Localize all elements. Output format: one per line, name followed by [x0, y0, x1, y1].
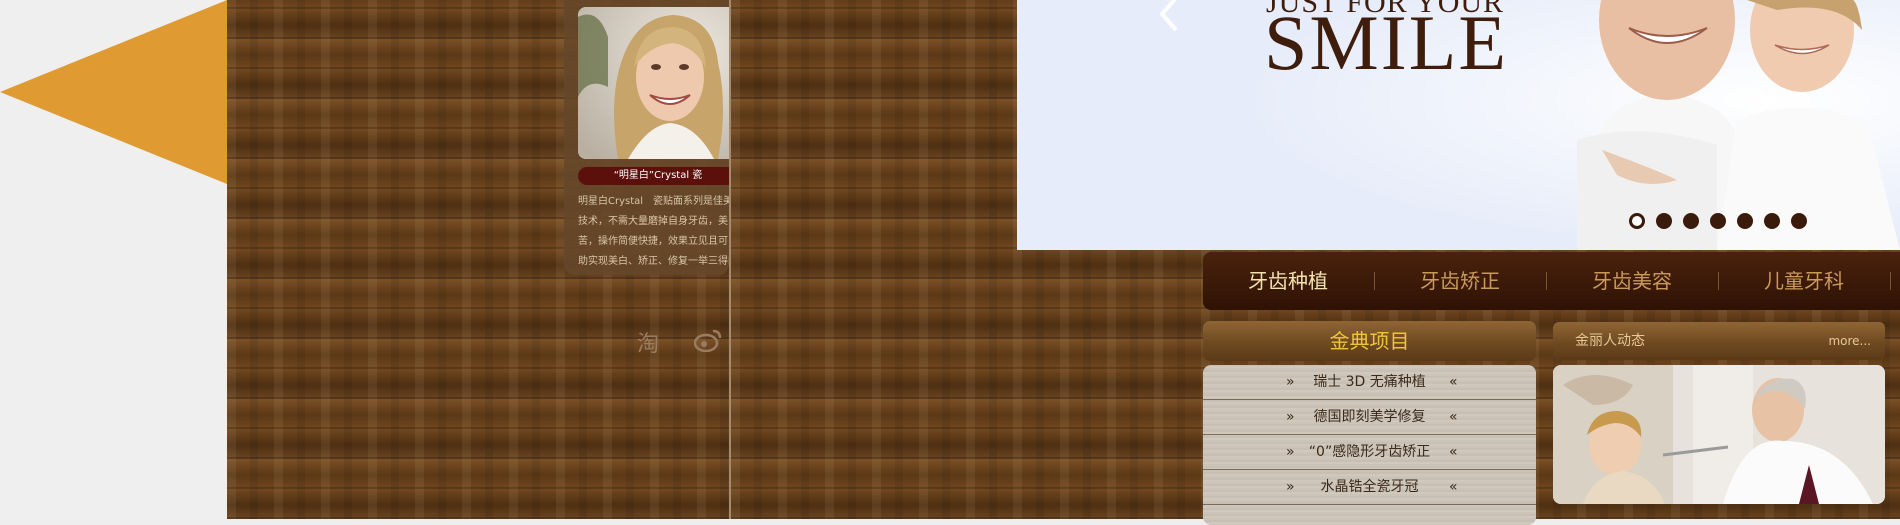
nav-separator: [1718, 272, 1719, 290]
banner-dot[interactable]: [1656, 213, 1672, 229]
product-card-description: 明星白Crystal 瓷贴面系列是佳美 技术，不需大量磨掉自身牙齿，美 苦，操作…: [578, 192, 729, 272]
list-item-label[interactable]: 德国即刻美学修复: [1203, 400, 1536, 434]
news-more-link[interactable]: more...: [1828, 322, 1871, 360]
product-card[interactable]: “明星白”Crystal 瓷 明星白Crystal 瓷贴面系列是佳美 技术，不需…: [564, 0, 729, 275]
news-title: 金丽人动态: [1575, 333, 1645, 349]
card-text-line: 苦，操作简便快捷，效果立见且可: [578, 236, 728, 247]
list-item[interactable]: » 瑞士 3D 无痛种植 «: [1203, 365, 1536, 400]
quote-right-icon: «: [1449, 479, 1458, 495]
card-text-line: 明星白Crystal 瓷贴面系列是佳美: [578, 196, 729, 207]
product-card-title[interactable]: “明星白”Crystal 瓷: [578, 167, 729, 185]
quote-right-icon: «: [1449, 409, 1458, 425]
left-gray-panel: [0, 0, 227, 519]
classic-projects-list: » 瑞士 3D 无痛种植 « » 德国即刻美学修复 « » “0”感隐形牙齿矫正…: [1203, 365, 1536, 525]
list-item[interactable]: » 德国即刻美学修复 «: [1203, 400, 1536, 435]
banner-dot[interactable]: [1764, 213, 1780, 229]
banner-title: SMILE: [1264, 0, 1508, 86]
news-header: 金丽人动态 more...: [1553, 322, 1885, 360]
list-item-label[interactable]: 水晶锆全瓷牙冠: [1203, 470, 1536, 504]
column-divider: [729, 0, 731, 519]
orange-triangle-decoration: [0, 0, 227, 184]
quote-right-icon: «: [1449, 444, 1458, 460]
list-item[interactable]: » “0”感隐形牙齿矫正 «: [1203, 435, 1536, 470]
banner-dot[interactable]: [1710, 213, 1726, 229]
nav-item-pediatric[interactable]: 儿童牙科: [1764, 252, 1844, 310]
card-text-line: 技术，不需大量磨掉自身牙齿，美: [578, 216, 728, 227]
nav-separator: [1374, 272, 1375, 290]
classic-projects-header: 金典项目: [1203, 321, 1536, 361]
banner-prev-arrow-icon[interactable]: [1148, 0, 1188, 42]
banner-dot[interactable]: [1737, 213, 1753, 229]
list-item-label[interactable]: 瑞士 3D 无痛种植: [1203, 365, 1536, 399]
banner-dot[interactable]: [1629, 213, 1645, 229]
nav-item-cosmetic[interactable]: 牙齿美容: [1592, 252, 1672, 310]
nav-separator: [1890, 272, 1891, 290]
quote-right-icon: «: [1449, 374, 1458, 390]
card-text-line: 助实现美白、矫正、修复一举三得的: [578, 256, 729, 267]
list-item[interactable]: » 水晶锆全瓷牙冠 «: [1203, 470, 1536, 505]
news-photo[interactable]: [1553, 365, 1885, 504]
services-nav: 牙齿种植 牙齿矫正 牙齿美容 儿童牙科: [1203, 252, 1900, 310]
banner-dot[interactable]: [1791, 213, 1807, 229]
nav-item-orthodontics[interactable]: 牙齿矫正: [1420, 252, 1500, 310]
weibo-icon[interactable]: [693, 328, 722, 358]
banner-dot[interactable]: [1683, 213, 1699, 229]
taobao-icon[interactable]: 淘: [637, 326, 659, 358]
nav-separator: [1546, 272, 1547, 290]
nav-item-implant[interactable]: 牙齿种植: [1248, 252, 1328, 310]
list-item-label[interactable]: “0”感隐形牙齿矫正: [1203, 435, 1536, 469]
product-card-photo[interactable]: [578, 7, 729, 159]
